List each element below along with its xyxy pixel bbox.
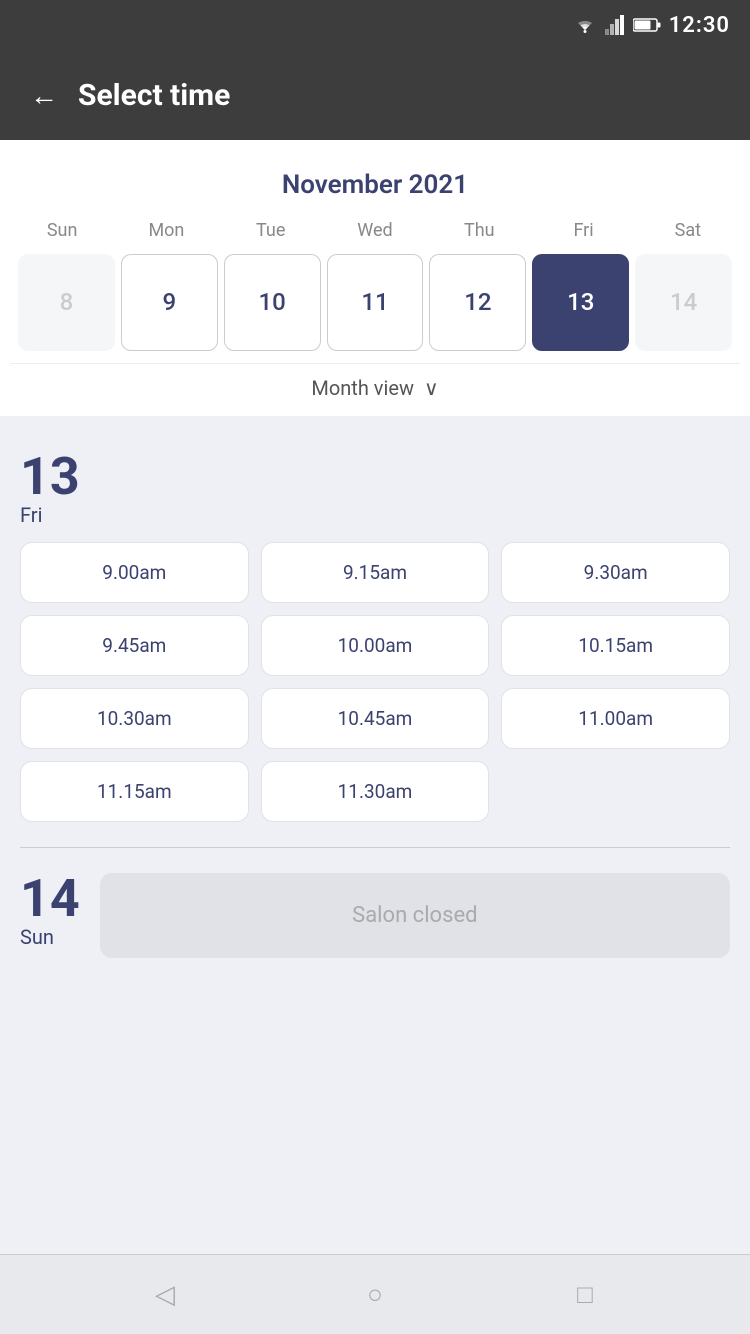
recent-nav-button[interactable]: □ [565, 1275, 605, 1315]
page-title: Select time [78, 78, 230, 113]
back-button[interactable]: ← [30, 79, 58, 112]
back-nav-button[interactable]: ◁ [145, 1275, 185, 1315]
day-13-slots: 13 Fri 9.00am 9.15am 9.30am 9.45am 10.00… [0, 436, 750, 837]
month-view-toggle[interactable]: Month view ∨ [10, 363, 740, 416]
day-header-sat: Sat [636, 215, 740, 246]
day-13[interactable]: 13 [532, 254, 629, 351]
week-days: 8 9 10 11 12 13 14 [10, 254, 740, 363]
day-14-closed: 14 Sun Salon closed [0, 858, 750, 979]
day-9[interactable]: 9 [121, 254, 218, 351]
day-header-thu: Thu [427, 215, 531, 246]
calendar-section: November 2021 Sun Mon Tue Wed Thu Fri Sa… [0, 140, 750, 416]
time-slot-1100am[interactable]: 11.00am [501, 688, 730, 749]
slots-section: 13 Fri 9.00am 9.15am 9.30am 9.45am 10.00… [0, 416, 750, 1254]
time-slot-1130am[interactable]: 11.30am [261, 761, 490, 822]
month-view-label: Month view [311, 376, 414, 400]
time-slot-915am[interactable]: 9.15am [261, 542, 490, 603]
day-10[interactable]: 10 [224, 254, 321, 351]
day-header-sun: Sun [10, 215, 114, 246]
day-12[interactable]: 12 [429, 254, 526, 351]
time-slot-1015am[interactable]: 10.15am [501, 615, 730, 676]
day-headers: Sun Mon Tue Wed Thu Fri Sat [10, 215, 740, 246]
day-header-tue: Tue [219, 215, 323, 246]
status-bar: 12:30 [0, 0, 750, 50]
time-slot-1000am[interactable]: 10.00am [261, 615, 490, 676]
time-slot-1030am[interactable]: 10.30am [20, 688, 249, 749]
day-13-number: 13 [20, 451, 80, 503]
time-slot-1045am[interactable]: 10.45am [261, 688, 490, 749]
day-8[interactable]: 8 [18, 254, 115, 351]
status-icons [573, 15, 661, 35]
day-14-label: 14 Sun [20, 873, 80, 949]
time-slot-900am[interactable]: 9.00am [20, 542, 249, 603]
day-header-wed: Wed [323, 215, 427, 246]
day-header-fri: Fri [531, 215, 635, 246]
home-nav-button[interactable]: ○ [355, 1275, 395, 1315]
day-13-label: 13 Fri [20, 451, 730, 527]
time-slot-930am[interactable]: 9.30am [501, 542, 730, 603]
day-14[interactable]: 14 [635, 254, 732, 351]
time-slot-945am[interactable]: 9.45am [20, 615, 249, 676]
day-11[interactable]: 11 [327, 254, 424, 351]
signal-icon [605, 15, 625, 35]
time-grid-13: 9.00am 9.15am 9.30am 9.45am 10.00am 10.1… [20, 542, 730, 822]
day-13-name: Fri [20, 503, 42, 527]
bottom-nav: ◁ ○ □ [0, 1254, 750, 1334]
time-slot-1115am[interactable]: 11.15am [20, 761, 249, 822]
status-time: 12:30 [669, 13, 730, 38]
battery-icon [633, 17, 661, 33]
day-header-mon: Mon [114, 215, 218, 246]
salon-closed-message: Salon closed [100, 873, 730, 958]
chevron-down-icon: ∨ [424, 376, 439, 400]
day-divider [20, 847, 730, 848]
app-header: ← Select time [0, 50, 750, 140]
day-14-name: Sun [20, 925, 54, 949]
wifi-icon [573, 16, 597, 34]
day-14-number: 14 [20, 873, 80, 925]
month-title: November 2021 [10, 160, 740, 215]
